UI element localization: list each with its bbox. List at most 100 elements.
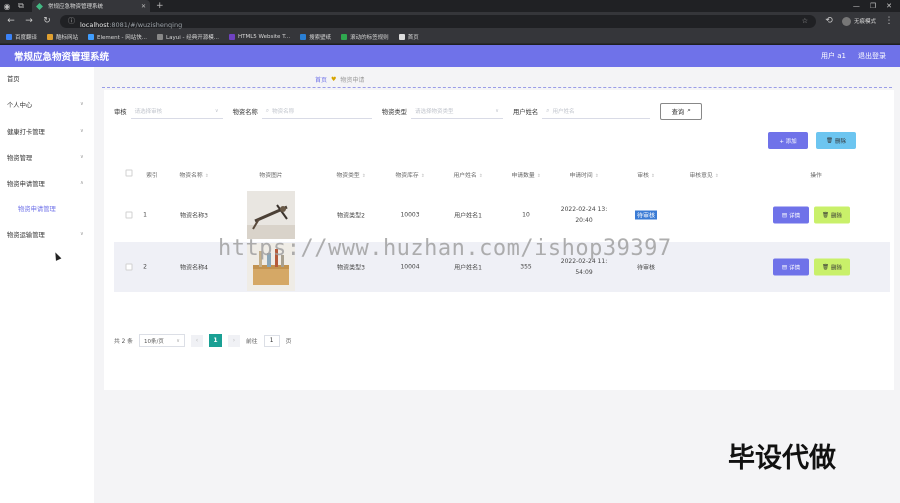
- column-header-type[interactable]: 物资类型 ⇕: [337, 170, 366, 179]
- close-window-icon[interactable]: ✕: [886, 2, 892, 10]
- bookmark-star-icon[interactable]: ☆: [802, 17, 808, 25]
- batch-delete-button[interactable]: 🗑 删除: [816, 132, 856, 149]
- column-header-audit[interactable]: 审核 ⇕: [637, 170, 654, 179]
- close-tab-icon[interactable]: ✕: [141, 3, 146, 10]
- tab-search-icon[interactable]: ⧉: [14, 0, 28, 12]
- minimize-icon[interactable]: —: [853, 2, 860, 10]
- url-host: localhost: [80, 20, 110, 29]
- bookmark-item[interactable]: Layui - 经典开源模...: [157, 33, 219, 41]
- sidebar-item-home[interactable]: 首页: [7, 74, 20, 83]
- detail-icon: ▤: [781, 264, 788, 270]
- delete-button[interactable]: 🗑 删除: [814, 258, 850, 276]
- vue-favicon-icon: [36, 2, 43, 10]
- cell-quantity: 10: [522, 211, 530, 219]
- bookmark-item[interactable]: 滚动的标签规则: [341, 33, 389, 41]
- column-header-quantity[interactable]: 申请数量 ⇕: [512, 170, 541, 179]
- browser-menu-dots-icon[interactable]: ⋮: [884, 16, 894, 26]
- sidebar-item-transport[interactable]: 物资运输管理: [7, 230, 45, 239]
- delete-button[interactable]: 🗑 删除: [814, 206, 850, 224]
- page-number-button[interactable]: 1: [208, 334, 222, 347]
- supply-image-tool[interactable]: [247, 191, 295, 239]
- cell-quantity: 355: [520, 263, 532, 271]
- chevron-up-icon: ∧: [80, 180, 84, 186]
- trash-icon: 🗑: [822, 264, 829, 270]
- sidebar-subitem-supply-requests[interactable]: 物资申请管理: [18, 204, 56, 213]
- column-header-image: 物资图片: [259, 173, 283, 179]
- bookmark-item[interactable]: 搜索壁纸: [300, 33, 331, 41]
- cell-type: 物资类型3: [337, 264, 365, 272]
- bookmark-icon: [398, 33, 405, 40]
- page-size-select[interactable]: 10条/页 ∨: [138, 334, 185, 347]
- sort-icon: ⇕: [478, 174, 483, 179]
- trash-icon: 🗑: [822, 212, 829, 218]
- column-header-audit-opinion[interactable]: 审核意见 ⇕: [690, 170, 719, 179]
- sort-icon: ⇕: [594, 174, 599, 179]
- sidebar-item-health-checkin[interactable]: 健康打卡管理: [7, 127, 45, 136]
- sidebar-item-supply-requests[interactable]: 物资申请管理: [7, 179, 45, 188]
- incognito-avatar-icon: [841, 16, 851, 26]
- reload-icon[interactable]: ↻: [42, 16, 52, 26]
- divider: [102, 87, 892, 88]
- tool-image-icon: [247, 191, 295, 239]
- user-name-label: 用户姓名: [512, 108, 539, 116]
- chevron-down-icon: ∨: [495, 107, 499, 114]
- browser-tab[interactable]: 常规应急物资管理系统 ✕: [32, 0, 150, 12]
- column-header-time[interactable]: 申请时间 ⇕: [570, 170, 599, 179]
- restore-icon[interactable]: ❐: [870, 2, 876, 10]
- extension-icon[interactable]: ⟲: [824, 16, 834, 26]
- sidebar-item-supplies[interactable]: 物资管理: [7, 153, 32, 162]
- bookmark-icon: [47, 33, 54, 40]
- column-header-name[interactable]: 物资名称 ⇕: [180, 170, 209, 179]
- url-path: :8081/#/wuzishenqing: [109, 20, 183, 29]
- address-bar[interactable]: ⓘ localhost:8081/#/wuzishenqing ☆: [60, 14, 816, 29]
- breadcrumb-home[interactable]: 首页: [315, 75, 327, 84]
- prev-page-button[interactable]: ‹: [190, 334, 203, 347]
- sidebar-item-profile[interactable]: 个人中心: [7, 100, 32, 109]
- forward-icon[interactable]: →: [24, 16, 34, 26]
- bookmark-icon: [88, 33, 95, 40]
- audit-select[interactable]: 请选择审核 ∨: [130, 103, 223, 119]
- new-tab-icon[interactable]: +: [156, 1, 164, 11]
- row-checkbox[interactable]: [125, 263, 133, 271]
- bookmark-icon: [341, 33, 348, 40]
- bookmark-item[interactable]: 首页: [398, 33, 419, 41]
- incognito-profile[interactable]: 无痕模式: [841, 16, 876, 26]
- detail-button[interactable]: ▤ 详情: [773, 258, 809, 276]
- promo-stamp-text: 毕设代做: [728, 443, 836, 474]
- bookmark-item[interactable]: Element - 网站快...: [88, 33, 147, 41]
- search-icon: ⌕: [687, 107, 691, 114]
- bookmark-item[interactable]: 酷标网站: [47, 33, 78, 41]
- bookmark-item[interactable]: 百度翻译: [6, 33, 37, 41]
- cell-stock: 10004: [400, 263, 420, 271]
- trash-icon: 🗑: [826, 137, 833, 144]
- detail-button[interactable]: ▤ 详情: [773, 206, 809, 224]
- select-all-checkbox[interactable]: [125, 169, 133, 177]
- goto-page-input[interactable]: 1: [263, 334, 280, 347]
- query-button[interactable]: 查询 ⌕: [660, 102, 703, 120]
- audit-label: 审核: [114, 108, 127, 116]
- browser-menu-icon[interactable]: ◉: [0, 0, 14, 12]
- column-header-index: 索引: [146, 173, 158, 179]
- column-header-user[interactable]: 用户姓名 ⇕: [454, 170, 483, 179]
- bookmark-item[interactable]: HTML5 Website T...: [228, 33, 290, 40]
- add-button[interactable]: + 添加: [768, 132, 808, 149]
- user-name-input[interactable]: ⌕ 用户姓名: [542, 103, 651, 119]
- back-icon[interactable]: ←: [6, 16, 16, 26]
- supply-type-select[interactable]: 请选择物资类型 ∨: [410, 103, 503, 119]
- cell-time: 2022-02-24 13: 20:40: [560, 206, 608, 224]
- chevron-down-icon: ∨: [80, 154, 84, 160]
- chevron-down-icon: ∨: [176, 337, 180, 344]
- supply-name-input[interactable]: ⌕ 物资名称: [261, 103, 372, 119]
- row-checkbox[interactable]: [125, 211, 133, 219]
- bookmarks-bar: 百度翻译 酷标网站 Element - 网站快... Layui - 经典开源模…: [0, 30, 900, 44]
- logout-link[interactable]: 退出登录: [858, 51, 886, 61]
- info-icon[interactable]: ⓘ: [68, 16, 75, 26]
- column-header-stock[interactable]: 物资库存 ⇕: [396, 170, 425, 179]
- browser-tabstrip: ◉ ⧉ 常规应急物资管理系统 ✕ + — ❐ ✕: [0, 0, 900, 12]
- next-page-button[interactable]: ›: [227, 334, 240, 347]
- supply-name-label: 物资名称: [232, 108, 258, 116]
- detail-icon: ▤: [781, 212, 788, 218]
- search-form: 审核 请选择审核 ∨ 物资名称 ⌕ 物资名称 物资类型 请选择物资类型 ∨ 用户…: [114, 102, 703, 120]
- cell-user: 用户姓名1: [454, 212, 482, 220]
- incognito-label: 无痕模式: [853, 19, 876, 25]
